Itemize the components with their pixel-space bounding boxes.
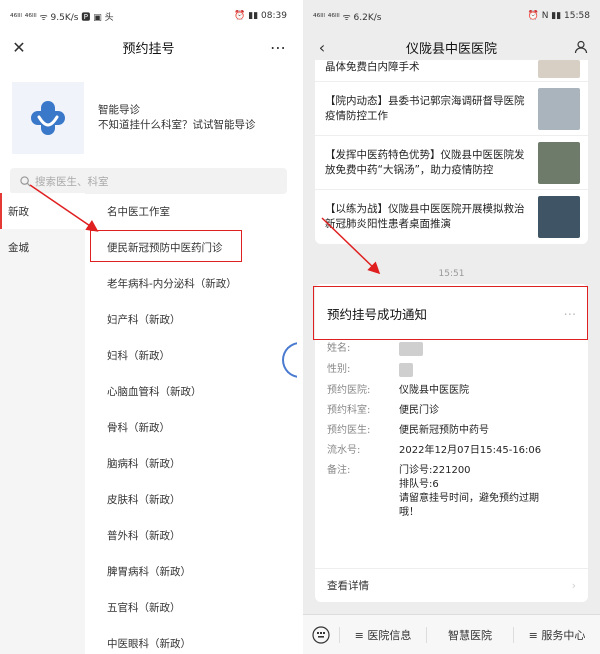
department-item[interactable]: 脾胃病科（新政） xyxy=(85,553,297,589)
field-value-masked xyxy=(399,363,413,378)
blurred-value xyxy=(399,363,413,377)
chevron-right-icon: › xyxy=(571,579,576,592)
search-icon xyxy=(20,175,31,187)
status-left: ⁴⁶ᴵˡˡ ⁴⁶ᴵˡˡ ᯤ 9.5K/s 🅿 ▣ 头 xyxy=(10,12,114,23)
department-item[interactable]: 皮肤科（新政） xyxy=(85,481,297,517)
department-picker: 新政 金城 名中医工作室 便民新冠预防中医药门诊 老年病科-内分泌科（新政） 妇… xyxy=(0,193,297,654)
field-value: 2022年12月07日15:45-16:06 xyxy=(399,445,542,456)
department-item[interactable]: 脑病科（新政） xyxy=(85,445,297,481)
menu-smart-hospital[interactable]: 智慧医院 xyxy=(426,626,513,643)
department-item[interactable]: 普外科（新政） xyxy=(85,517,297,553)
menu-hospital-info[interactable]: ≡ 医院信息 xyxy=(339,626,426,643)
remark-line: 请留意挂号时间，避免预约过期 xyxy=(399,493,539,504)
field-value-masked xyxy=(399,342,423,357)
notice-row: 预约医院: 仪陇县中医医院 xyxy=(315,384,588,398)
department-item[interactable]: 妇产科（新政） xyxy=(85,301,297,337)
notice-row: 姓名: xyxy=(315,342,588,357)
department-item[interactable]: 名中医工作室 xyxy=(85,193,297,229)
news-item[interactable]: 【以练为战】仪陇县中医医院开展模拟救治新冠肺炎阳性患者桌面推演 xyxy=(315,190,588,244)
field-value: 便民新冠预防中药号 xyxy=(399,425,489,436)
keyboard-icon[interactable] xyxy=(303,625,339,644)
news-item[interactable]: 【发挥中医药特色优势】仪陇县中医医院发放免费中药“大锅汤”，助力疫情防控 xyxy=(315,136,588,190)
department-item[interactable]: 妇科（新政） xyxy=(85,337,297,373)
news-title: 【发挥中医药特色优势】仪陇县中医医院发放免费中药“大锅汤”，助力疫情防控 xyxy=(325,148,525,176)
highlight-box-department xyxy=(90,230,242,262)
back-arrow-icon[interactable]: ‹ xyxy=(311,36,333,58)
status-left: ⁴⁶ᴵˡˡ ⁴⁶ᴵˡˡ ᯤ 6.2K/s xyxy=(313,12,382,23)
news-thumbnail xyxy=(538,87,580,130)
news-item[interactable]: 晶体免费白内障手术 xyxy=(315,60,588,82)
department-item[interactable]: 老年病科-内分泌科（新政） xyxy=(85,265,297,301)
status-right: ⏰ N ▮▮ 15:58 xyxy=(527,11,590,21)
news-thumbnail xyxy=(538,196,580,238)
remark-line: 门诊号:221200 xyxy=(399,465,471,476)
more-dots-icon[interactable]: ⋯ xyxy=(267,36,289,58)
field-label: 备注: xyxy=(327,465,351,476)
menu-service-center[interactable]: ≡ 服务中心 xyxy=(513,626,600,643)
right-screen: ⁴⁶ᴵˡˡ ⁴⁶ᴵˡˡ ᯤ 6.2K/s ⏰ N ▮▮ 15:58 ‹ 仪陇县中… xyxy=(303,0,600,654)
area-list: 新政 金城 xyxy=(0,193,85,654)
news-item[interactable]: 【院内动态】县委书记郭宗海调研督导医院疫情防控工作 xyxy=(315,82,588,136)
field-label: 预约医院: xyxy=(327,385,371,396)
field-label: 流水号: xyxy=(327,445,361,456)
news-title: 【院内动态】县委书记郭宗海调研督导医院疫情防控工作 xyxy=(325,94,525,122)
department-item[interactable]: 心脑血管科（新政） xyxy=(85,373,297,409)
smart-guide-title: 智能导诊 xyxy=(98,104,140,116)
news-title: 【以练为战】仪陇县中医医院开展模拟救治新冠肺炎阳性患者桌面推演 xyxy=(325,203,525,230)
remark-value: 门诊号:221200 排队号:6 请留意挂号时间，避免预约过期 哦！ xyxy=(399,464,574,520)
view-details-label: 查看详情 xyxy=(327,580,369,592)
remark-line: 哦！ xyxy=(399,507,419,518)
bottom-menu: ≡ 医院信息 智慧医院 ≡ 服务中心 xyxy=(303,614,600,654)
profile-icon[interactable] xyxy=(570,36,592,58)
search-input[interactable]: 搜索医生、科室 xyxy=(10,168,287,194)
field-value: 便民门诊 xyxy=(399,405,439,416)
department-item[interactable]: 中医眼科（新政） xyxy=(85,625,297,654)
smart-guide-desc: 不知道挂什么科室？试试智能导诊 xyxy=(98,119,256,131)
notice-row: 预约医生: 便民新冠预防中药号 xyxy=(315,424,588,438)
department-item[interactable]: 骨科（新政） xyxy=(85,409,297,445)
search-placeholder: 搜索医生、科室 xyxy=(35,175,109,188)
smart-guide-banner[interactable]: 智能导诊 不知道挂什么科室？试试智能导诊 xyxy=(0,68,297,168)
blurred-value xyxy=(399,342,423,356)
status-bar: ⁴⁶ᴵˡˡ ⁴⁶ᴵˡˡ ᯤ 9.5K/s 🅿 ▣ 头 ⏰ ▮▮ 08:39 xyxy=(0,0,297,32)
status-right: ⏰ ▮▮ 08:39 xyxy=(234,11,287,21)
page-title: 仪陇县中医医院 xyxy=(405,41,497,57)
field-label: 姓名: xyxy=(327,343,351,354)
left-screen: ⁴⁶ᴵˡˡ ⁴⁶ᴵˡˡ ᯤ 9.5K/s 🅿 ▣ 头 ⏰ ▮▮ 08:39 ✕ … xyxy=(0,0,297,654)
message-time: 15:51 xyxy=(438,269,465,279)
department-item[interactable]: 五官科（新政） xyxy=(85,589,297,625)
status-bar: ⁴⁶ᴵˡˡ ⁴⁶ᴵˡˡ ᯤ 6.2K/s ⏰ N ▮▮ 15:58 xyxy=(303,0,600,32)
notice-row: 性别: xyxy=(315,363,588,378)
close-icon[interactable]: ✕ xyxy=(8,36,30,58)
news-title: 晶体免费白内障手术 xyxy=(325,61,420,73)
remark-line: 排队号:6 xyxy=(399,479,439,490)
field-label: 预约医生: xyxy=(327,425,371,436)
view-details-link[interactable]: 查看详情 › xyxy=(315,568,588,602)
smart-guide-logo-icon xyxy=(12,82,84,154)
notice-row: 流水号: 2022年12月07日15:45-16:06 xyxy=(315,444,588,458)
page-title: 预约挂号 xyxy=(122,41,175,57)
field-label: 性别: xyxy=(327,364,351,375)
area-item-xinzheng[interactable]: 新政 xyxy=(0,193,85,229)
field-value: 仪陇县中医医院 xyxy=(399,385,469,396)
news-card: 晶体免费白内障手术 【院内动态】县委书记郭宗海调研督导医院疫情防控工作 【发挥中… xyxy=(315,60,588,244)
nav-bar: ✕ 预约挂号 ⋯ xyxy=(0,32,297,62)
area-item-jincheng[interactable]: 金城 xyxy=(0,229,85,265)
department-list: 名中医工作室 便民新冠预防中医药门诊 老年病科-内分泌科（新政） 妇产科（新政）… xyxy=(85,193,297,654)
notice-row: 预约科室: 便民门诊 xyxy=(315,404,588,418)
news-thumbnail xyxy=(538,141,580,184)
highlight-box-notice xyxy=(313,286,588,340)
nav-bar: ‹ 仪陇县中医医院 xyxy=(303,32,600,62)
news-thumbnail xyxy=(538,60,580,78)
notice-row-remark: 备注: 门诊号:221200 排队号:6 请留意挂号时间，避免预约过期 哦！ xyxy=(315,464,588,520)
field-label: 预约科室: xyxy=(327,405,371,416)
